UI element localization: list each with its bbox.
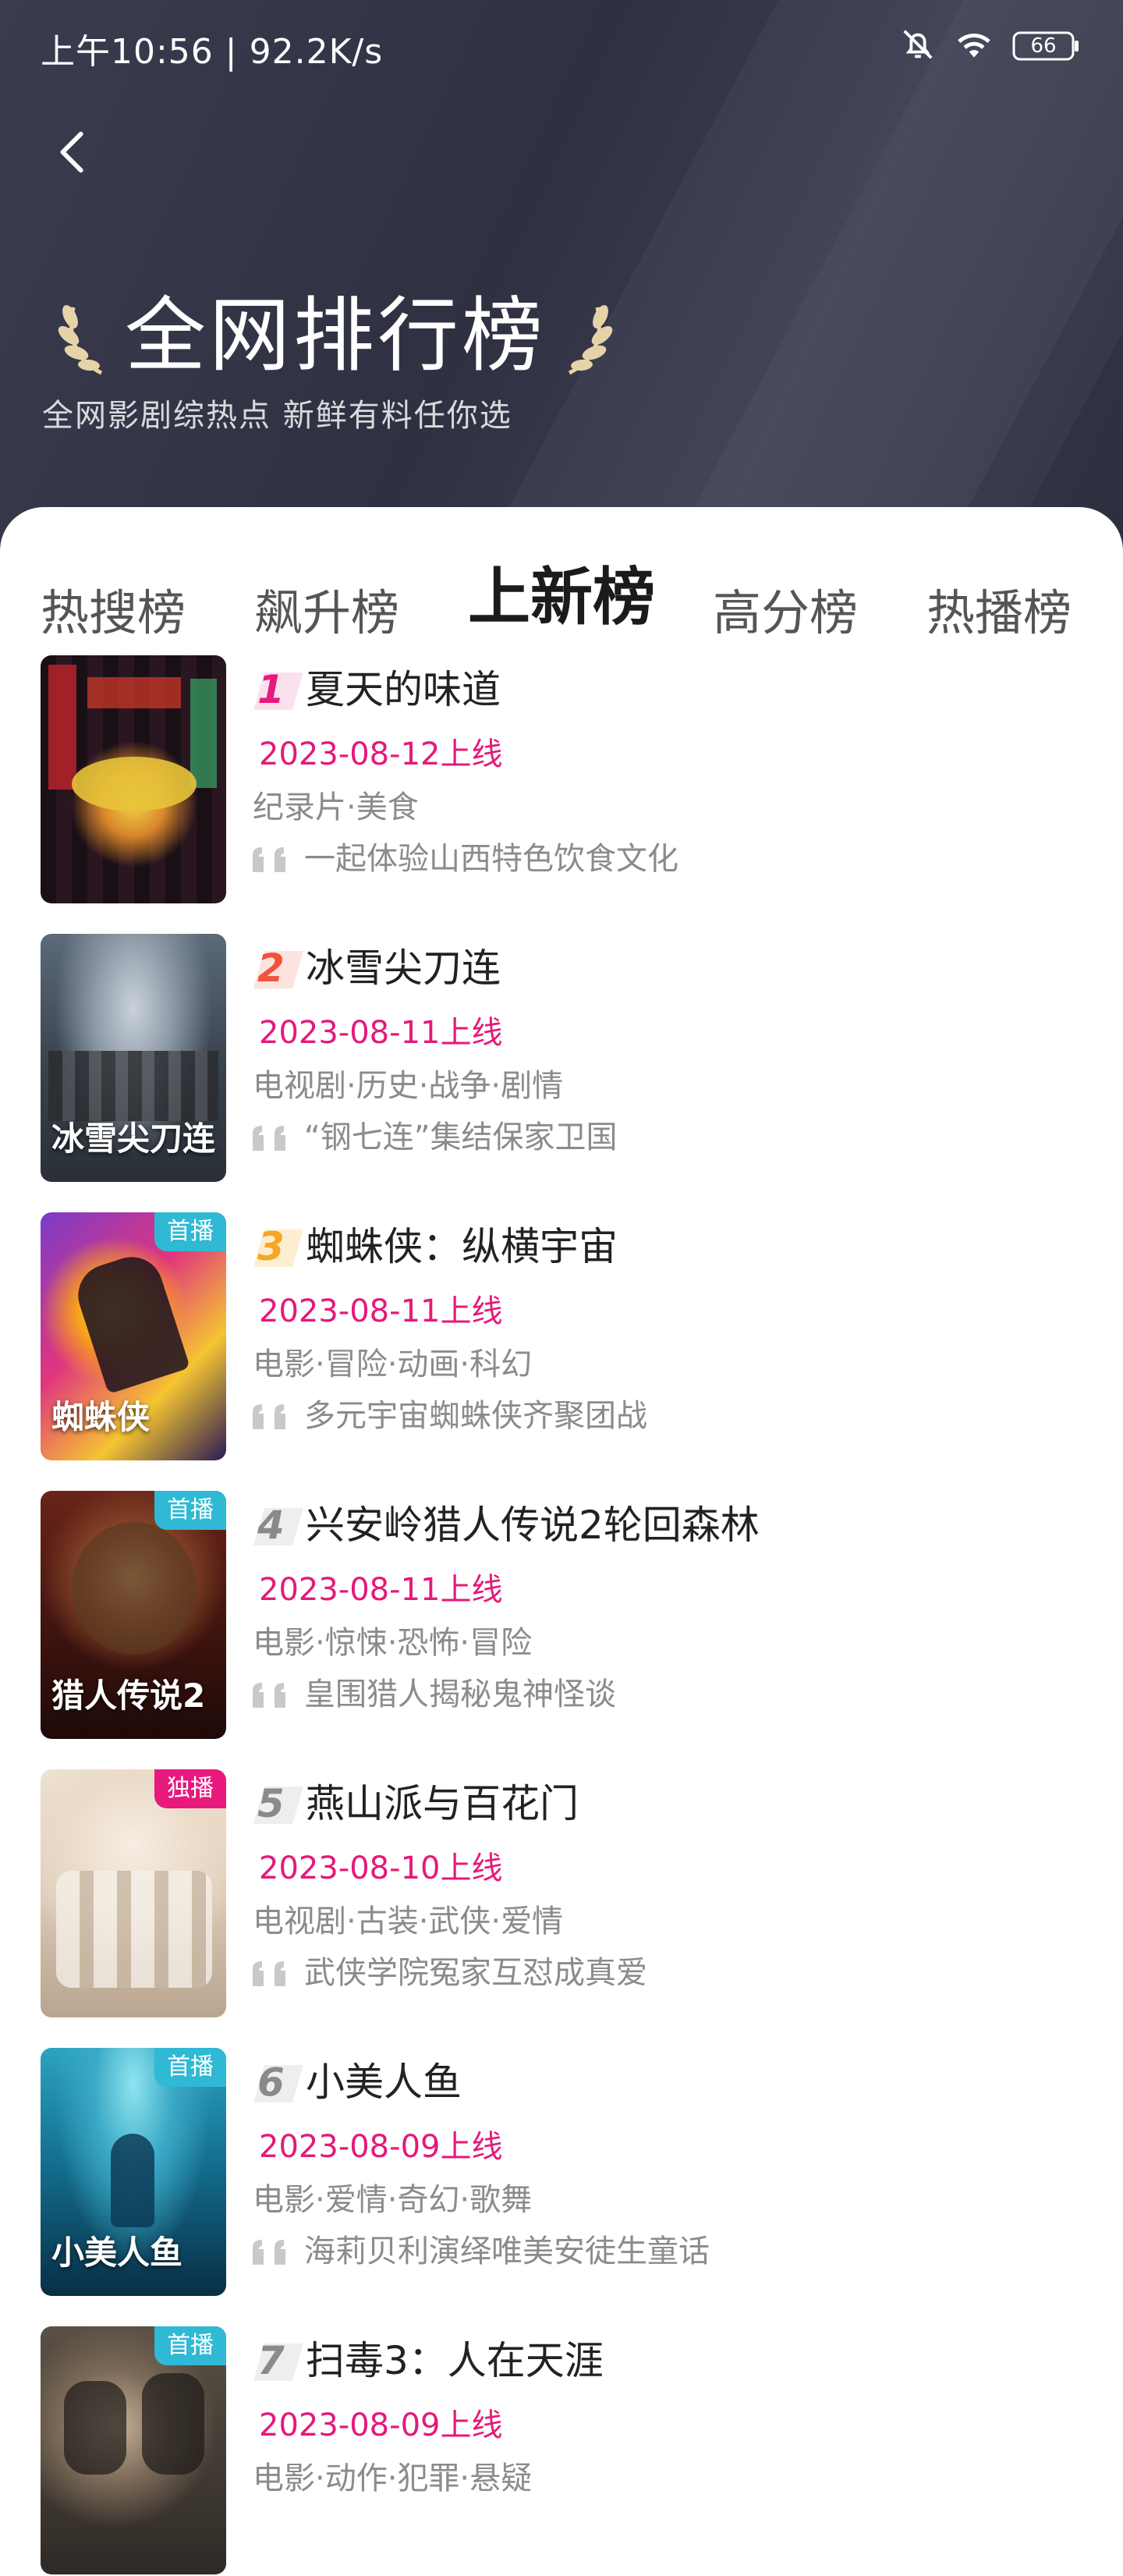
quote-icon xyxy=(253,1683,285,1708)
list-item[interactable]: 首播 7 扫毒3：人在天涯 2023-08-09上线 电影·动作·犯罪·悬疑 xyxy=(0,2326,1123,2576)
quote-icon xyxy=(253,2240,285,2265)
laurel-left-icon xyxy=(58,305,103,375)
item-genre: 电视剧·古装·武侠·爱情 xyxy=(253,1904,564,1939)
list-item[interactable]: 首播 小美人鱼 6 小美人鱼 2023-08-09上线 电影·爱情·奇幻·歌舞 … xyxy=(0,2048,1123,2297)
item-release-date: 2023-08-11上线 xyxy=(259,1572,503,1608)
status-time: 上午10:56 | 92.2K/s xyxy=(41,32,384,72)
item-title: 扫毒3：人在天涯 xyxy=(306,2338,604,2383)
item-release-date: 2023-08-11上线 xyxy=(259,1015,503,1051)
tab-bar: 热搜榜 飙升榜 上新榜 高分榜 热播榜 xyxy=(0,542,1123,644)
page-title: 全网排行榜 xyxy=(125,288,547,383)
rank-badge: 4 xyxy=(251,1502,303,1548)
list-item[interactable]: 首播 蜘蛛侠 3 蜘蛛侠：纵横宇宙 2023-08-11上线 电影·冒险·动画·… xyxy=(0,1212,1123,1462)
item-title: 兴安岭猎人传说2轮回森林 xyxy=(306,1503,760,1548)
rank-number: 6 xyxy=(257,2060,285,2105)
list-item[interactable]: 冰雪尖刀连 2 冰雪尖刀连 2023-08-11上线 电视剧·历史·战争·剧情 … xyxy=(0,934,1123,1183)
poster-tag: 首播 xyxy=(154,1212,226,1251)
tab-top-rated[interactable]: 高分榜 xyxy=(713,573,858,644)
rank-number: 7 xyxy=(257,2338,285,2383)
header: 上午10:56 | 92.2K/s 66 全网排行榜 全网影剧综热点 新鲜有料任… xyxy=(0,0,1123,562)
status-icons: 66 xyxy=(900,27,1079,66)
battery-icon: 66 xyxy=(1012,30,1079,62)
tab-hot-search[interactable]: 热搜榜 xyxy=(41,573,186,644)
item-quote: 武侠学院冤家互怼成真爱 xyxy=(304,1955,647,1991)
quote-icon xyxy=(253,1126,285,1151)
poster-tag: 首播 xyxy=(154,2048,226,2087)
mute-bell-icon xyxy=(900,27,936,66)
page-title-wrap: 全网排行榜 xyxy=(55,289,616,382)
item-genre: 电影·冒险·动画·科幻 xyxy=(253,1347,533,1382)
list-item[interactable]: 1 夏天的味道 2023-08-12上线 纪录片·美食 一起体验山西特色饮食文化 xyxy=(0,655,1123,905)
poster-image: 首播 小美人鱼 xyxy=(41,2048,226,2296)
rank-number: 3 xyxy=(257,1224,285,1269)
list-item[interactable]: 首播 猎人传说2 4 兴安岭猎人传说2轮回森林 2023-08-11上线 电影·… xyxy=(0,1491,1123,1740)
poster-image xyxy=(41,655,226,903)
item-quote: 一起体验山西特色饮食文化 xyxy=(304,841,678,877)
item-title: 小美人鱼 xyxy=(306,2060,462,2105)
rank-badge: 7 xyxy=(251,2337,303,2383)
poster-caption: 冰雪尖刀连 xyxy=(51,1119,216,1158)
rank-badge: 5 xyxy=(251,1780,303,1826)
item-genre: 电影·惊悚·恐怖·冒险 xyxy=(253,1625,533,1661)
rank-badge: 3 xyxy=(251,1223,303,1269)
quote-icon xyxy=(253,1404,285,1429)
list-item[interactable]: 独播 5 燕山派与百花门 2023-08-10上线 电视剧·古装·武侠·爱情 武… xyxy=(0,1769,1123,2019)
item-quote: 皇围猎人揭秘鬼神怪谈 xyxy=(304,1677,616,1712)
item-title: 夏天的味道 xyxy=(306,667,501,712)
rank-number: 4 xyxy=(257,1503,285,1548)
rank-number: 2 xyxy=(257,946,285,991)
item-quote: 海莉贝利演绎唯美安徒生童话 xyxy=(304,2234,710,2269)
item-release-date: 2023-08-11上线 xyxy=(259,1293,503,1329)
poster-tag: 首播 xyxy=(154,2326,226,2365)
poster-image: 冰雪尖刀连 xyxy=(41,934,226,1182)
poster-caption: 小美人鱼 xyxy=(51,2234,183,2272)
poster-tag: 独播 xyxy=(154,1769,226,1808)
rank-number: 1 xyxy=(257,667,285,712)
item-genre: 电视剧·历史·战争·剧情 xyxy=(253,1068,564,1104)
item-quote: 多元宇宙蜘蛛侠齐聚团战 xyxy=(304,1398,647,1434)
back-button[interactable] xyxy=(47,125,101,179)
tab-new-release[interactable]: 上新榜 xyxy=(468,547,655,637)
poster-image: 首播 猎人传说2 xyxy=(41,1491,226,1739)
poster-image: 首播 xyxy=(41,2326,226,2574)
poster-image: 独播 xyxy=(41,1769,226,2017)
poster-image: 首播 蜘蛛侠 xyxy=(41,1212,226,1460)
item-title: 冰雪尖刀连 xyxy=(306,946,501,991)
quote-icon xyxy=(253,847,285,872)
rank-badge: 1 xyxy=(251,666,303,712)
rank-badge: 2 xyxy=(251,945,303,991)
laurel-right-icon xyxy=(568,305,613,375)
item-genre: 纪录片·美食 xyxy=(253,789,419,825)
quote-icon xyxy=(253,1961,285,1986)
tab-rising[interactable]: 飙升榜 xyxy=(254,573,399,644)
item-title: 蜘蛛侠：纵横宇宙 xyxy=(306,1224,618,1269)
poster-caption: 蜘蛛侠 xyxy=(51,1398,151,1436)
tab-hot-playing[interactable]: 热播榜 xyxy=(926,573,1072,644)
rank-badge: 6 xyxy=(251,2059,303,2105)
chevron-left-icon xyxy=(60,131,83,173)
poster-caption: 猎人传说2 xyxy=(51,1677,206,1715)
item-genre: 电影·动作·犯罪·悬疑 xyxy=(253,2461,533,2496)
wifi-icon xyxy=(953,27,995,66)
status-bar: 上午10:56 | 92.2K/s 66 xyxy=(0,0,1123,94)
item-genre: 电影·爱情·奇幻·歌舞 xyxy=(253,2182,533,2218)
item-release-date: 2023-08-10上线 xyxy=(259,1850,503,1886)
poster-tag: 首播 xyxy=(154,1491,226,1530)
content-card: 热搜榜 飙升榜 上新榜 高分榜 热播榜 1 夏天的味道 2023-08-12上线… xyxy=(0,507,1123,2574)
item-release-date: 2023-08-12上线 xyxy=(259,736,503,772)
item-quote: “钢七连”集结保家卫国 xyxy=(304,1119,618,1155)
item-release-date: 2023-08-09上线 xyxy=(259,2407,503,2443)
item-release-date: 2023-08-09上线 xyxy=(259,2129,503,2165)
battery-level: 66 xyxy=(1030,34,1057,58)
rank-number: 5 xyxy=(257,1781,285,1826)
item-title: 燕山派与百花门 xyxy=(306,1781,579,1826)
page-subtitle: 全网影剧综热点 新鲜有料任你选 xyxy=(42,398,512,434)
